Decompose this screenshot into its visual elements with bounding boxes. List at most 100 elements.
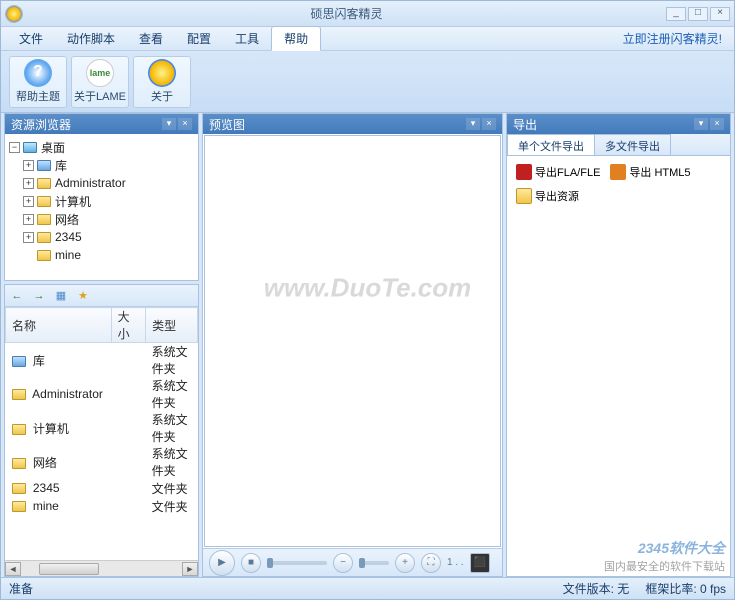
main-area: 资源浏览器 ▾ × − 桌面 +库 +Administrator +计算机 +网… [1, 113, 734, 577]
newfolder-button[interactable]: ▦ [53, 288, 69, 304]
export-html5-button[interactable]: 导出 HTML5 [607, 162, 693, 182]
horizontal-scrollbar[interactable]: ◄ ► [5, 560, 198, 576]
tree-item[interactable]: +库 [23, 156, 194, 174]
menu-file[interactable]: 文件 [7, 27, 55, 50]
app-window: 硕思闪客精灵 _ □ × 文件 动作脚本 查看 配置 工具 帮助 立即注册闪客精… [0, 0, 735, 600]
preview-panel: 预览图 ▾ × ▶ ■ − + ⛶ 1 . . ⬛ [202, 113, 503, 577]
preview-controls: ▶ ■ − + ⛶ 1 . . ⬛ [203, 548, 502, 576]
file-list[interactable]: 名称 大小 类型 库系统文件夹 Administrator系统文件夹 计算机系统… [5, 307, 198, 560]
table-row[interactable]: mine文件夹 [6, 497, 198, 515]
folder-icon [37, 250, 51, 261]
register-link[interactable]: 立即注册闪客精灵! [623, 30, 728, 47]
statusbar: 准备 文件版本: 无 框架比率: 0 fps [1, 577, 734, 599]
folder-icon [12, 483, 26, 494]
zoom-in-button[interactable]: + [395, 553, 415, 573]
zoom-out-button[interactable]: − [333, 553, 353, 573]
tree-expand-icon[interactable]: + [23, 232, 34, 243]
tree-item[interactable]: +网络 [23, 210, 194, 228]
folder-icon [12, 389, 26, 400]
folder-icon [12, 458, 26, 469]
col-size[interactable]: 大小 [111, 308, 146, 343]
tab-multi-export[interactable]: 多文件导出 [594, 134, 671, 155]
table-row[interactable]: 2345文件夹 [6, 479, 198, 497]
close-button[interactable]: × [710, 7, 730, 21]
fit-button[interactable]: ⛶ [421, 553, 441, 573]
about-lame-button[interactable]: lame 关于LAME [71, 56, 129, 108]
table-row[interactable]: 网络系统文件夹 [6, 445, 198, 479]
maximize-button[interactable]: □ [688, 7, 708, 21]
export-panel: 导出 ▾ × 单个文件导出 多文件导出 导出FLA/FLE 导出 HTML5 [506, 113, 731, 577]
preview-header: 预览图 ▾ × [203, 114, 502, 134]
network-icon [37, 214, 51, 225]
col-type[interactable]: 类型 [146, 308, 198, 343]
tree-item[interactable]: +2345 [23, 228, 194, 246]
menu-actionscript[interactable]: 动作脚本 [55, 27, 127, 50]
tree-expand-icon[interactable]: + [23, 214, 34, 225]
export-tabs: 单个文件导出 多文件导出 [507, 134, 730, 156]
col-name[interactable]: 名称 [6, 308, 112, 343]
zoom-slider[interactable] [359, 561, 389, 565]
fullscreen-button[interactable]: ⬛ [470, 553, 490, 573]
menu-help[interactable]: 帮助 [271, 26, 321, 51]
explorer-header: 资源浏览器 ▾ × [5, 114, 198, 134]
folder-icon [12, 501, 26, 512]
folder-icon [37, 178, 51, 189]
status-frame-rate: 框架比率: 0 fps [645, 580, 726, 597]
tree-expand-icon[interactable]: + [23, 196, 34, 207]
help-icon [24, 59, 52, 87]
folder-icon [12, 424, 26, 435]
window-title: 硕思闪客精灵 [29, 5, 664, 22]
frame-label: 1 . . [447, 557, 464, 568]
library-icon [37, 160, 51, 171]
titlebar: 硕思闪客精灵 _ □ × [1, 1, 734, 27]
tab-single-export[interactable]: 单个文件导出 [507, 134, 595, 155]
favorite-button[interactable]: ★ [75, 288, 91, 304]
folder-tree[interactable]: − 桌面 +库 +Administrator +计算机 +网络 +2345 mi… [5, 134, 198, 280]
forward-button[interactable]: → [31, 288, 47, 304]
scroll-thumb[interactable] [39, 563, 99, 575]
tree-expand-icon[interactable]: + [23, 160, 34, 171]
status-file-version: 文件版本: 无 [563, 580, 630, 597]
preview-canvas [204, 135, 501, 547]
desktop-icon [23, 142, 37, 153]
minimize-button[interactable]: _ [666, 7, 686, 21]
export-fla-button[interactable]: 导出FLA/FLE [513, 162, 603, 182]
fla-icon [516, 164, 532, 180]
tree-root[interactable]: − 桌面 [9, 138, 194, 156]
table-row[interactable]: 库系统文件夹 [6, 343, 198, 378]
preview-close-button[interactable]: × [482, 118, 496, 130]
export-pin-button[interactable]: ▾ [694, 118, 708, 130]
play-button[interactable]: ▶ [209, 550, 235, 576]
tree-item[interactable]: mine [23, 246, 194, 264]
export-header: 导出 ▾ × [507, 114, 730, 134]
tree-collapse-icon[interactable]: − [9, 142, 20, 153]
tree-item[interactable]: +计算机 [23, 192, 194, 210]
toolbar: 帮助主题 lame 关于LAME 关于 [1, 51, 734, 113]
table-row[interactable]: Administrator系统文件夹 [6, 377, 198, 411]
export-close-button[interactable]: × [710, 118, 724, 130]
explorer-close-button[interactable]: × [178, 118, 192, 130]
menu-config[interactable]: 配置 [175, 27, 223, 50]
left-column: 资源浏览器 ▾ × − 桌面 +库 +Administrator +计算机 +网… [4, 113, 199, 577]
export-resources-button[interactable]: 导出资源 [513, 186, 582, 206]
about-button[interactable]: 关于 [133, 56, 191, 108]
about-icon [148, 59, 176, 87]
menu-tools[interactable]: 工具 [223, 27, 271, 50]
menubar: 文件 动作脚本 查看 配置 工具 帮助 立即注册闪客精灵! [1, 27, 734, 51]
scroll-left-icon[interactable]: ◄ [5, 562, 21, 576]
stop-button[interactable]: ■ [241, 553, 261, 573]
explorer-panel: 资源浏览器 ▾ × − 桌面 +库 +Administrator +计算机 +网… [4, 113, 199, 281]
lame-icon: lame [86, 59, 114, 87]
explorer-pin-button[interactable]: ▾ [162, 118, 176, 130]
app-logo-icon [5, 5, 23, 23]
tree-item[interactable]: +Administrator [23, 174, 194, 192]
scroll-right-icon[interactable]: ► [182, 562, 198, 576]
seek-slider[interactable] [267, 561, 327, 565]
preview-pin-button[interactable]: ▾ [466, 118, 480, 130]
file-toolbar: ← → ▦ ★ [5, 285, 198, 307]
back-button[interactable]: ← [9, 288, 25, 304]
help-topics-button[interactable]: 帮助主题 [9, 56, 67, 108]
menu-view[interactable]: 查看 [127, 27, 175, 50]
tree-expand-icon[interactable]: + [23, 178, 34, 189]
table-row[interactable]: 计算机系统文件夹 [6, 411, 198, 445]
